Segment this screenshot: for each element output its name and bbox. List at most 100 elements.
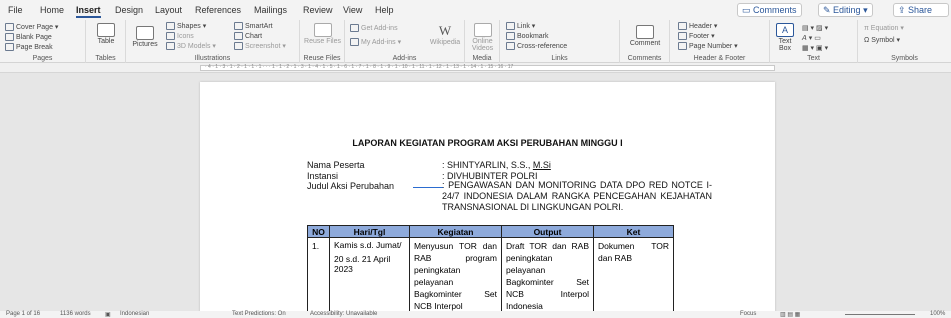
focus-button[interactable]: Focus [740,311,756,317]
tab-review[interactable]: Review [303,5,333,15]
shapes-button[interactable]: Shapes ▾ [166,22,206,31]
online-videos-button[interactable]: Online Videos [467,23,498,52]
page-number-icon [678,42,687,51]
page-count[interactable]: Page 1 of 16 [6,311,40,317]
my-addins-button[interactable]: My Add-ins ▾ [350,38,401,47]
document-page[interactable]: LAPORAN KEGIATAN PROGRAM AKSI PERUBAHAN … [200,82,775,315]
tab-insert[interactable]: Insert [76,5,101,18]
header-ket: Ket [593,225,674,238]
group-label: Tables [95,55,116,62]
tab-references[interactable]: References [195,5,241,15]
cell-output: Draft TOR dan RAB peningkatan pelayanan … [501,237,594,315]
proofing-icon[interactable]: ▣ [105,311,111,318]
symbol-button[interactable]: Ω Symbol ▾ [864,36,900,44]
text-box-button[interactable]: A Text Box [772,23,798,52]
value-nama-peserta: : SHINTYARLIN, S.S., M.Si [442,160,551,170]
footer-icon [678,32,687,41]
smartart-button[interactable]: SmartArt [234,22,273,30]
page-number-button[interactable]: Page Number ▾ [678,42,738,51]
zoom-slider[interactable] [845,314,915,315]
document-title: LAPORAN KEGIATAN PROGRAM AKSI PERUBAHAN … [352,138,623,148]
tab-home[interactable]: Home [40,5,64,15]
tab-help[interactable]: Help [375,5,394,15]
chart-button[interactable]: Chart [234,32,262,40]
text-box-icon: A [776,23,794,37]
zoom-level[interactable]: 100% [930,311,945,317]
group-header-footer: Header ▾ Footer ▾ Page Number ▾ Header &… [670,20,770,63]
bookmark-button[interactable]: Bookmark [506,32,549,40]
horizontal-ruler[interactable]: · 4 · 1 · 3 · 1 · 2 · 1 · 1 · 1 · · · 1 … [0,63,951,73]
group-text: A Text Box ▤ ▾ ▨ ▾ 𝘈 ▾ ▭ ▦ ▾ ▣ ▾ Text [770,20,858,63]
group-media: Online Videos Media [465,20,500,63]
pencil-icon: ✎ [823,5,834,15]
blank-page-button[interactable]: Blank Page [5,33,52,41]
cross-reference-button[interactable]: Cross-reference [506,42,567,50]
cell-kegiatan: Menyusun TOR dan RAB program peningkatan… [409,237,502,315]
activity-table: NO Hari/Tgl Kegiatan Output Ket 1. Kamis… [307,225,674,315]
tab-view[interactable]: View [343,5,362,15]
table-header-row: NO Hari/Tgl Kegiatan Output Ket [307,225,674,238]
language[interactable]: Indonesian [120,311,149,317]
group-symbols: π Equation ▾ Ω Symbol ▾ Symbols [858,20,951,63]
cover-page-icon [5,23,14,32]
dropcap-icon[interactable]: ▦ ▾ ▣ ▾ [802,44,828,52]
editing-button[interactable]: ✎ Editing ▾ [818,3,873,17]
header-hari-tgl: Hari/Tgl [329,225,410,238]
page-break-button[interactable]: Page Break [5,43,53,51]
label-instansi: Instansi [307,171,339,181]
group-reuse-files: Reuse Files Reuse Files [300,20,345,63]
ruler-ticks: · 4 · 1 · 3 · 1 · 2 · 1 · 1 · 1 · · · 1 … [205,64,514,70]
screenshot-button[interactable]: Screenshot ▾ [234,42,286,51]
group-label: Pages [32,55,53,62]
cell-ket: Dokumen TOR dan RAB [593,237,674,315]
tab-layout[interactable]: Layout [155,5,182,15]
wikipedia-button[interactable]: W Wikipedia [429,23,461,46]
tab-design[interactable]: Design [115,5,143,15]
comments-button[interactable]: ▭ Comments [737,3,802,17]
reuse-files-icon [313,23,332,37]
tab-mailings[interactable]: Mailings [254,5,287,15]
cell-no: 1. [307,237,330,315]
pi-icon: π [864,25,871,32]
group-label: Illustrations [194,55,231,62]
table-button[interactable]: Table [92,23,120,45]
comment-button[interactable]: Comment [624,25,666,47]
accessibility-status[interactable]: Accessibility: Unavailable [310,311,377,317]
header-no: NO [307,225,330,238]
view-buttons-icon[interactable]: ▥ ▤ ▦ [780,311,800,318]
comment-icon: ▭ [742,5,754,15]
cover-page-button[interactable]: Cover Page ▾ [5,23,58,32]
get-addins-button[interactable]: Get Add-ins [350,24,398,32]
link-button[interactable]: Link ▾ [506,22,535,31]
bookmark-icon [506,32,515,40]
blank-page-icon [5,33,14,41]
header-button[interactable]: Header ▾ [678,22,717,31]
share-button[interactable]: ⇪ Share [893,3,949,17]
word-count[interactable]: 1136 words [60,311,91,317]
icons-button[interactable]: Icons [166,32,194,40]
header-icon [678,22,687,31]
tab-file[interactable]: File [8,5,23,15]
shapes-icon [166,22,175,31]
wordart-icon[interactable]: 𝘈 ▾ ▭ [802,34,821,42]
equation-button[interactable]: π Equation ▾ [864,24,904,32]
wikipedia-icon: W [438,23,452,38]
group-label: Symbols [891,55,918,62]
label-judul-aksi: Judul Aksi Perubahan [307,181,395,191]
group-label: Links [551,55,568,62]
group-label: Add-ins [392,55,417,62]
video-icon [473,23,492,37]
group-addins: Get Add-ins My Add-ins ▾ W Wikipedia Add-… [345,20,465,63]
comment-icon [636,25,654,39]
text-predictions[interactable]: Text Predictions: On [232,311,286,317]
share-icon: ⇪ [898,5,909,15]
reuse-files-button[interactable]: Reuse Files [304,23,341,45]
ribbon-tabs: File Home Insert Design Layout Reference… [0,0,951,20]
3d-models-button[interactable]: 3D Models ▾ [166,42,216,51]
quick-parts-icon[interactable]: ▤ ▾ ▨ ▾ [802,24,828,32]
group-label: Text [807,55,820,62]
footer-button[interactable]: Footer ▾ [678,32,715,41]
cube-icon [166,42,175,51]
chart-icon [234,32,243,40]
pictures-button[interactable]: Pictures [130,26,160,48]
